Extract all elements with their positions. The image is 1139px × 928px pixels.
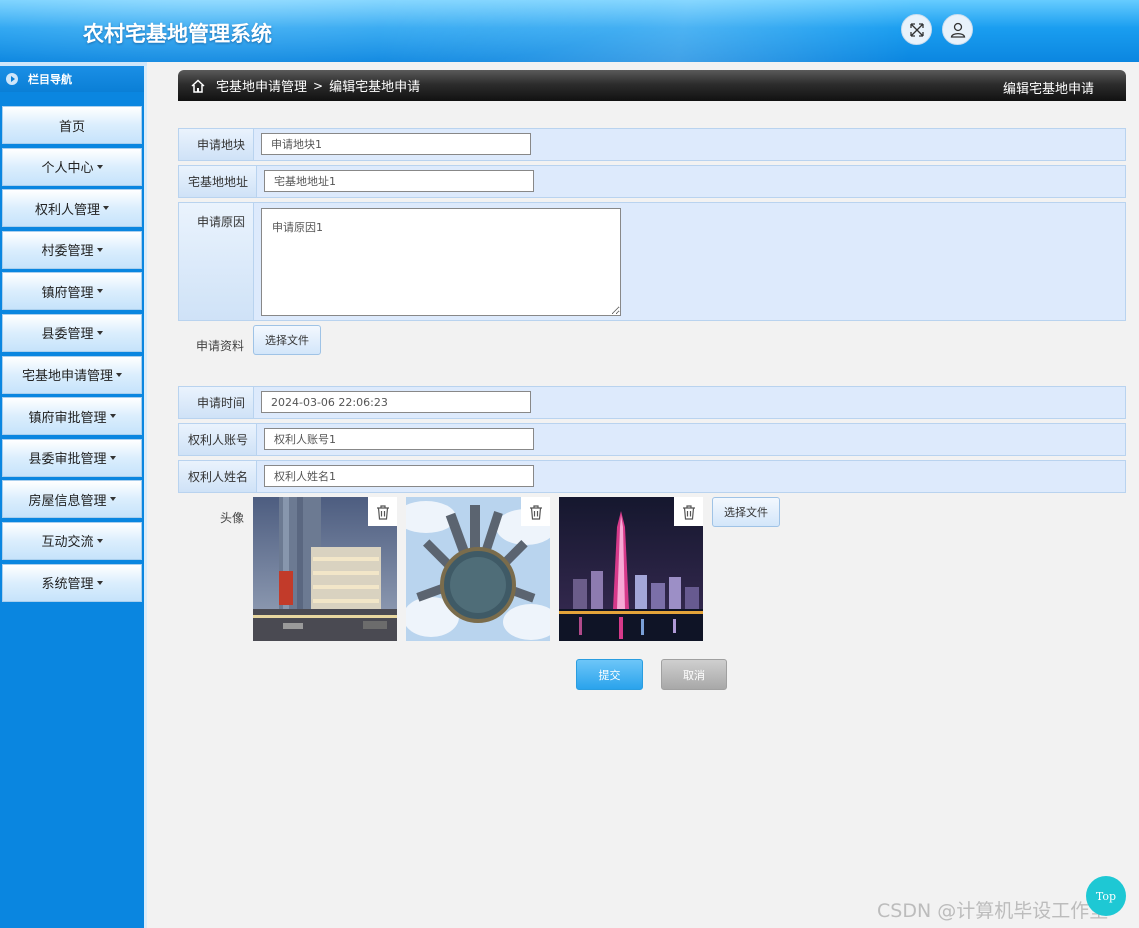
nav-title-label: 栏目导航 — [28, 73, 72, 86]
sidebar-item-label: 房屋信息管理 — [28, 493, 107, 509]
sidebar-item-label: 镇府审批管理 — [28, 410, 107, 426]
sidebar-item-county-committee[interactable]: 县委管理 — [2, 313, 142, 352]
account-row: 权利人账号 — [178, 423, 1126, 456]
nav-title: 栏目导航 — [0, 66, 144, 92]
address-label: 宅基地地址 — [179, 166, 257, 197]
avatar-image-3 — [559, 497, 703, 641]
fullscreen-button[interactable] — [901, 14, 932, 45]
sidebar-item-label: 镇府管理 — [41, 285, 94, 301]
caret-down-icon — [116, 372, 122, 377]
reason-textarea[interactable]: 申请原因1 — [261, 208, 621, 316]
time-label: 申请时间 — [179, 387, 254, 418]
sidebar-item-label: 互动交流 — [41, 535, 94, 551]
caret-down-icon — [109, 497, 116, 502]
nav-toggle-icon[interactable] — [6, 73, 18, 85]
cancel-button[interactable]: 取消 — [661, 659, 727, 690]
sidebar-item-label: 县委管理 — [41, 327, 94, 343]
sidebar-item-village-committee[interactable]: 村委管理 — [2, 230, 142, 269]
time-row: 申请时间 — [178, 386, 1126, 419]
caret-down-icon — [96, 164, 103, 169]
time-input[interactable] — [261, 391, 531, 413]
page-title: 编辑宅基地申请 — [1002, 82, 1094, 97]
sidebar-item-house-info[interactable]: 房屋信息管理 — [2, 480, 142, 519]
caret-down-icon — [96, 538, 103, 543]
sidebar-item-town-approval[interactable]: 镇府审批管理 — [2, 397, 142, 436]
plot-row: 申请地块 — [178, 128, 1126, 161]
breadcrumb-separator: > — [313, 78, 324, 93]
sidebar-item-rights-holder[interactable]: 权利人管理 — [2, 189, 142, 228]
home-icon[interactable] — [190, 78, 206, 94]
caret-down-icon — [109, 455, 116, 460]
caret-down-icon — [96, 289, 103, 294]
breadcrumb-current: 编辑宅基地申请 — [329, 80, 421, 95]
account-input[interactable] — [264, 428, 534, 450]
avatar-image-2 — [406, 497, 550, 641]
reason-row: 申请原因 申请原因1 — [178, 202, 1126, 321]
sidebar-item-personal-center[interactable]: 个人中心 — [2, 147, 142, 186]
trash-icon — [376, 504, 389, 520]
materials-file-button[interactable]: 选择文件 — [253, 325, 321, 355]
sidebar-item-label: 宅基地申请管理 — [21, 369, 113, 385]
breadcrumb-parent[interactable]: 宅基地申请管理 — [216, 76, 307, 95]
sidebar: 栏目导航 首页 个人中心 权利人管理 村委管理 镇府管理 县委管理 宅基地申请管… — [0, 62, 147, 928]
caret-down-icon — [96, 580, 103, 585]
plot-label: 申请地块 — [179, 129, 254, 160]
breadcrumb: 宅基地申请管理 > 编辑宅基地申请 编辑宅基地申请 — [178, 70, 1126, 101]
account-label: 权利人账号 — [179, 424, 257, 455]
caret-down-icon — [96, 330, 103, 335]
name-row: 权利人姓名 — [178, 460, 1126, 493]
delete-image-3-button[interactable] — [674, 497, 703, 526]
trash-icon — [682, 504, 695, 520]
sidebar-item-label: 权利人管理 — [34, 202, 100, 218]
delete-image-1-button[interactable] — [368, 497, 397, 526]
nav-list: 首页 个人中心 权利人管理 村委管理 镇府管理 县委管理 宅基地申请管理 镇府审… — [2, 106, 142, 605]
avatar-file-button[interactable]: 选择文件 — [712, 497, 780, 527]
user-icon — [950, 22, 965, 38]
sidebar-item-label: 首页 — [58, 119, 85, 135]
sidebar-item-county-approval[interactable]: 县委审批管理 — [2, 438, 142, 477]
avatar-label: 头像 — [219, 511, 244, 525]
user-button[interactable] — [942, 14, 973, 45]
name-input[interactable] — [264, 465, 534, 487]
app-title: 农村宅基地管理系统 — [83, 22, 272, 46]
top-header: 农村宅基地管理系统 — [0, 0, 1139, 62]
caret-down-icon — [103, 206, 109, 211]
caret-down-icon — [109, 414, 116, 419]
sidebar-item-label: 村委管理 — [41, 244, 94, 260]
plot-input[interactable] — [261, 133, 531, 155]
sidebar-item-label: 个人中心 — [41, 161, 94, 177]
reason-label: 申请原因 — [179, 203, 254, 320]
fullscreen-icon — [909, 22, 924, 37]
submit-button[interactable]: 提交 — [576, 659, 643, 690]
delete-image-2-button[interactable] — [521, 497, 550, 526]
sidebar-item-town-government[interactable]: 镇府管理 — [2, 272, 142, 311]
watermark: CSDN @计算机毕设工作室 — [877, 900, 1109, 922]
back-to-top-button[interactable]: Top — [1086, 876, 1126, 916]
name-label: 权利人姓名 — [179, 461, 257, 492]
avatar-image-1 — [253, 497, 397, 641]
address-row: 宅基地地址 — [178, 165, 1126, 198]
sidebar-item-label: 系统管理 — [41, 577, 94, 593]
sidebar-item-label: 县委审批管理 — [28, 452, 107, 468]
address-input[interactable] — [264, 170, 534, 192]
sidebar-item-home[interactable]: 首页 — [2, 106, 142, 144]
materials-label: 申请资料 — [195, 339, 244, 353]
caret-down-icon — [96, 247, 103, 252]
trash-icon — [529, 504, 542, 520]
sidebar-item-homestead-application[interactable]: 宅基地申请管理 — [2, 355, 142, 394]
sidebar-item-interaction[interactable]: 互动交流 — [2, 521, 142, 560]
sidebar-item-system[interactable]: 系统管理 — [2, 563, 142, 602]
